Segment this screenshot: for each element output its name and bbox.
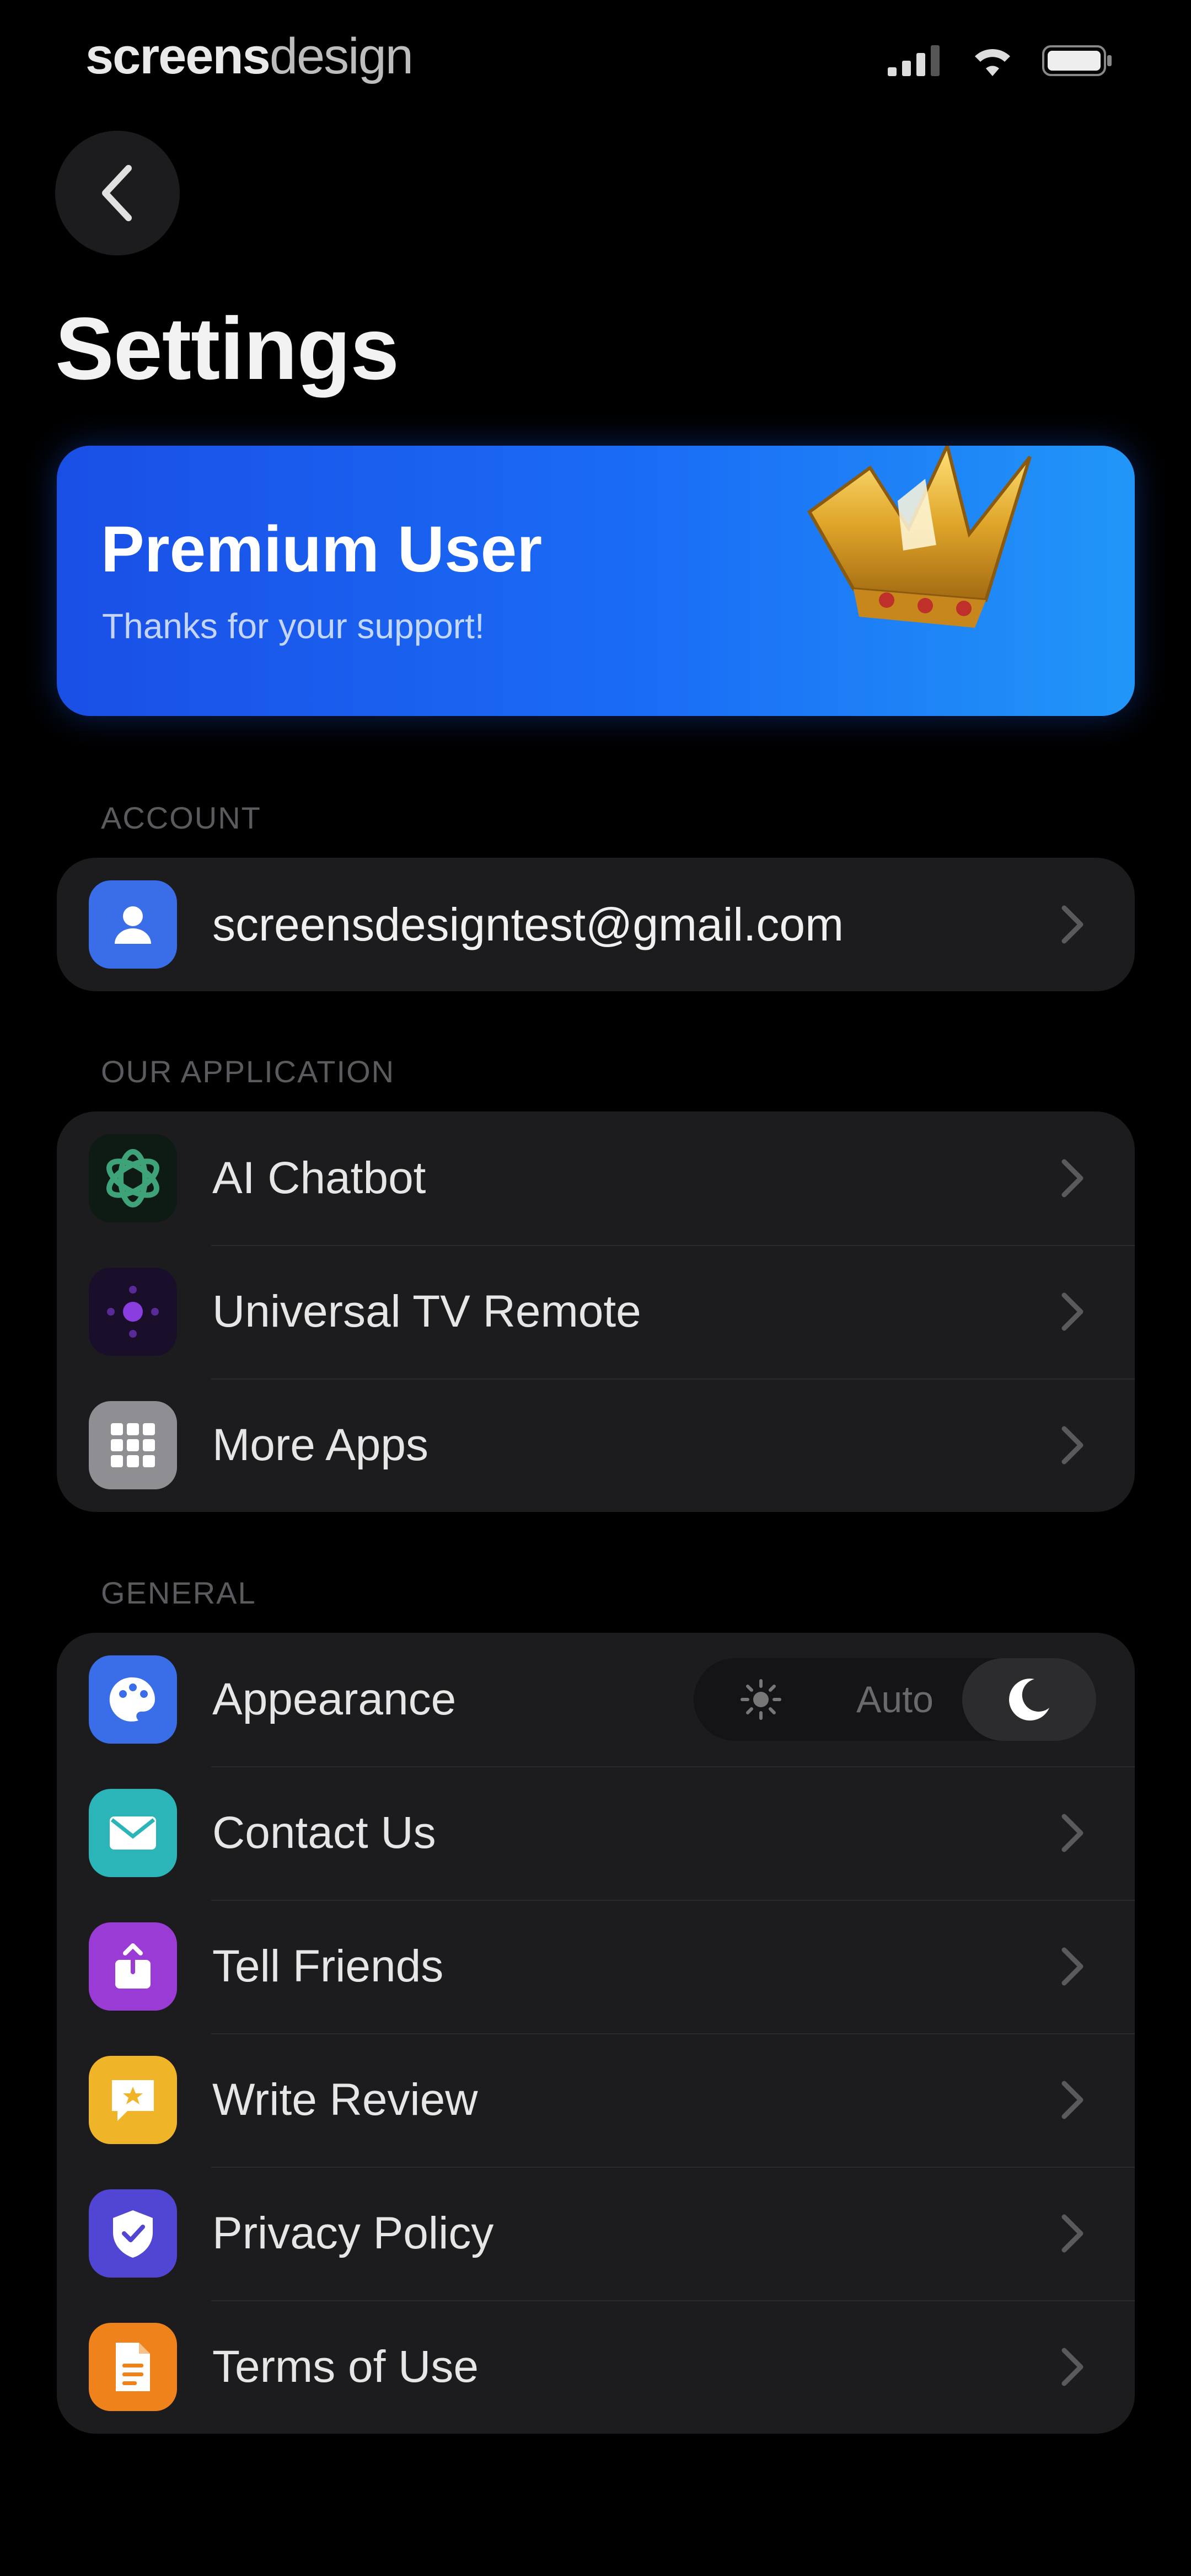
page-title: Settings: [55, 299, 399, 398]
status-bar: screensdesign: [0, 0, 1191, 110]
document-icon: [89, 2323, 177, 2411]
sun-icon: [740, 1679, 781, 1720]
account-row[interactable]: screensdesigntest@gmail.com: [57, 858, 1135, 991]
application-group: AI Chatbot Universal TV Remote More Apps: [57, 1111, 1135, 1512]
account-email: screensdesigntest@gmail.com: [212, 898, 844, 950]
appearance-dark-option[interactable]: [962, 1658, 1096, 1741]
user-icon: [89, 880, 177, 969]
battery-icon: [1042, 45, 1112, 76]
list-item-privacy-policy[interactable]: Privacy Policy: [57, 2167, 1135, 2300]
chevron-right-icon: [1061, 1292, 1083, 1331]
chevron-right-icon: [1061, 2348, 1083, 2386]
brand-light: design: [269, 28, 414, 84]
list-item-tell-friends[interactable]: Tell Friends: [57, 1900, 1135, 2033]
list-item-label: Universal TV Remote: [212, 1286, 641, 1337]
section-header-application: OUR APPLICATION: [101, 1054, 395, 1089]
chevron-right-icon: [1061, 1947, 1083, 1986]
list-item-ai-chatbot[interactable]: AI Chatbot: [57, 1111, 1135, 1245]
back-button[interactable]: [55, 131, 180, 255]
mail-icon: [89, 1789, 177, 1877]
list-item-label: Terms of Use: [212, 2342, 479, 2392]
chevron-right-icon: [1061, 1426, 1083, 1465]
general-group: Appearance Auto Contact Us Tell Friends …: [57, 1633, 1135, 2434]
list-item-label: Privacy Policy: [212, 2208, 494, 2258]
appearance-toggle[interactable]: Auto: [694, 1658, 1096, 1741]
list-item-label: More Apps: [212, 1420, 428, 1470]
moon-icon: [1009, 1679, 1050, 1721]
chevron-right-icon: [1061, 1814, 1083, 1852]
review-icon: [89, 2056, 177, 2144]
section-header-general: GENERAL: [101, 1575, 256, 1610]
appearance-auto-option[interactable]: Auto: [828, 1658, 962, 1741]
wifi-icon: [975, 49, 1010, 76]
appearance-label: Appearance: [212, 1674, 457, 1724]
chevron-right-icon: [1061, 1159, 1083, 1198]
list-item-appearance: Appearance Auto: [57, 1633, 1135, 1766]
chatgpt-icon: [89, 1134, 177, 1222]
chevron-right-icon: [1061, 2214, 1083, 2253]
account-group: screensdesigntest@gmail.com: [57, 858, 1135, 991]
grid-icon: [89, 1401, 177, 1489]
list-item-write-review[interactable]: Write Review: [57, 2033, 1135, 2167]
list-item-label: Write Review: [212, 2075, 478, 2125]
list-item-contact-us[interactable]: Contact Us: [57, 1766, 1135, 1900]
list-item-label: Contact Us: [212, 1808, 436, 1858]
share-icon: [89, 1922, 177, 2011]
brand-bold: screens: [85, 28, 271, 84]
status-icons: [888, 44, 1114, 77]
remote-icon: [89, 1268, 177, 1356]
premium-card[interactable]: Premium User Thanks for your support!: [57, 446, 1135, 716]
brand-watermark: screensdesign: [85, 28, 414, 85]
chevron-right-icon: [1061, 905, 1083, 944]
signal-icon: [888, 45, 940, 76]
premium-title: Premium User: [101, 513, 543, 586]
list-item-more-apps[interactable]: More Apps: [57, 1378, 1135, 1512]
chevron-left-icon: [102, 165, 132, 221]
section-header-account: ACCOUNT: [101, 800, 261, 835]
list-item-tv-remote[interactable]: Universal TV Remote: [57, 1245, 1135, 1378]
shield-icon: [89, 2189, 177, 2278]
list-item-label: AI Chatbot: [212, 1153, 426, 1203]
appearance-light-option[interactable]: [694, 1658, 828, 1741]
chevron-right-icon: [1061, 2081, 1083, 2119]
list-item-terms-of-use[interactable]: Terms of Use: [57, 2300, 1135, 2434]
palette-icon: [89, 1655, 177, 1744]
crown-icon: [807, 446, 1032, 628]
premium-subtitle: Thanks for your support!: [102, 606, 485, 646]
list-item-label: Tell Friends: [212, 1941, 444, 1991]
